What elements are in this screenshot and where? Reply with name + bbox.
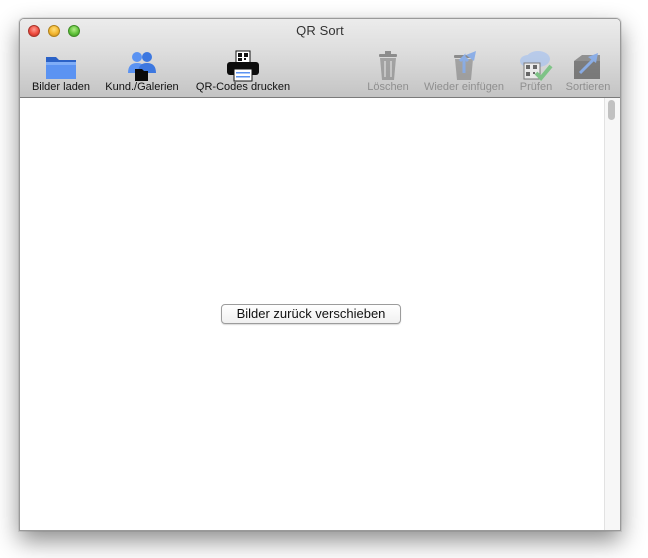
move-images-back-button[interactable]: Bilder zurück verschieben [221,304,401,324]
customers-galleries-label: Kund./Galerien [105,81,179,93]
scrollbar-thumb[interactable] [608,100,615,120]
restore-icon [446,49,482,83]
delete-button[interactable]: Löschen [362,47,414,95]
printer-qr-icon [225,49,261,83]
folder-icon [43,49,79,83]
app-window: QR Sort Bilder laden Kund./Galerien QR-C… [19,18,621,531]
qr-check-icon [518,49,554,83]
restore-label: Wieder einfügen [423,81,505,93]
customers-galleries-button[interactable]: Kund./Galerien [100,47,184,95]
window-title: QR Sort [296,23,344,38]
load-images-button[interactable]: Bilder laden [26,47,96,95]
load-images-label: Bilder laden [31,81,91,93]
print-qr-codes-label: QR-Codes drucken [195,81,291,93]
sort-button[interactable]: Sortieren [560,47,616,95]
check-label: Prüfen [519,81,553,93]
sort-label: Sortieren [565,81,611,93]
restore-button[interactable]: Wieder einfügen [418,47,510,95]
vertical-scrollbar[interactable] [604,98,620,530]
users-icon [124,49,160,83]
check-button[interactable]: Prüfen [513,47,559,95]
delete-label: Löschen [367,81,409,93]
print-qr-codes-button[interactable]: QR-Codes drucken [190,47,296,95]
sort-icon [570,49,606,83]
trash-icon [370,49,406,83]
title-toolbar: QR Sort Bilder laden Kund./Galerien QR-C… [20,19,620,98]
